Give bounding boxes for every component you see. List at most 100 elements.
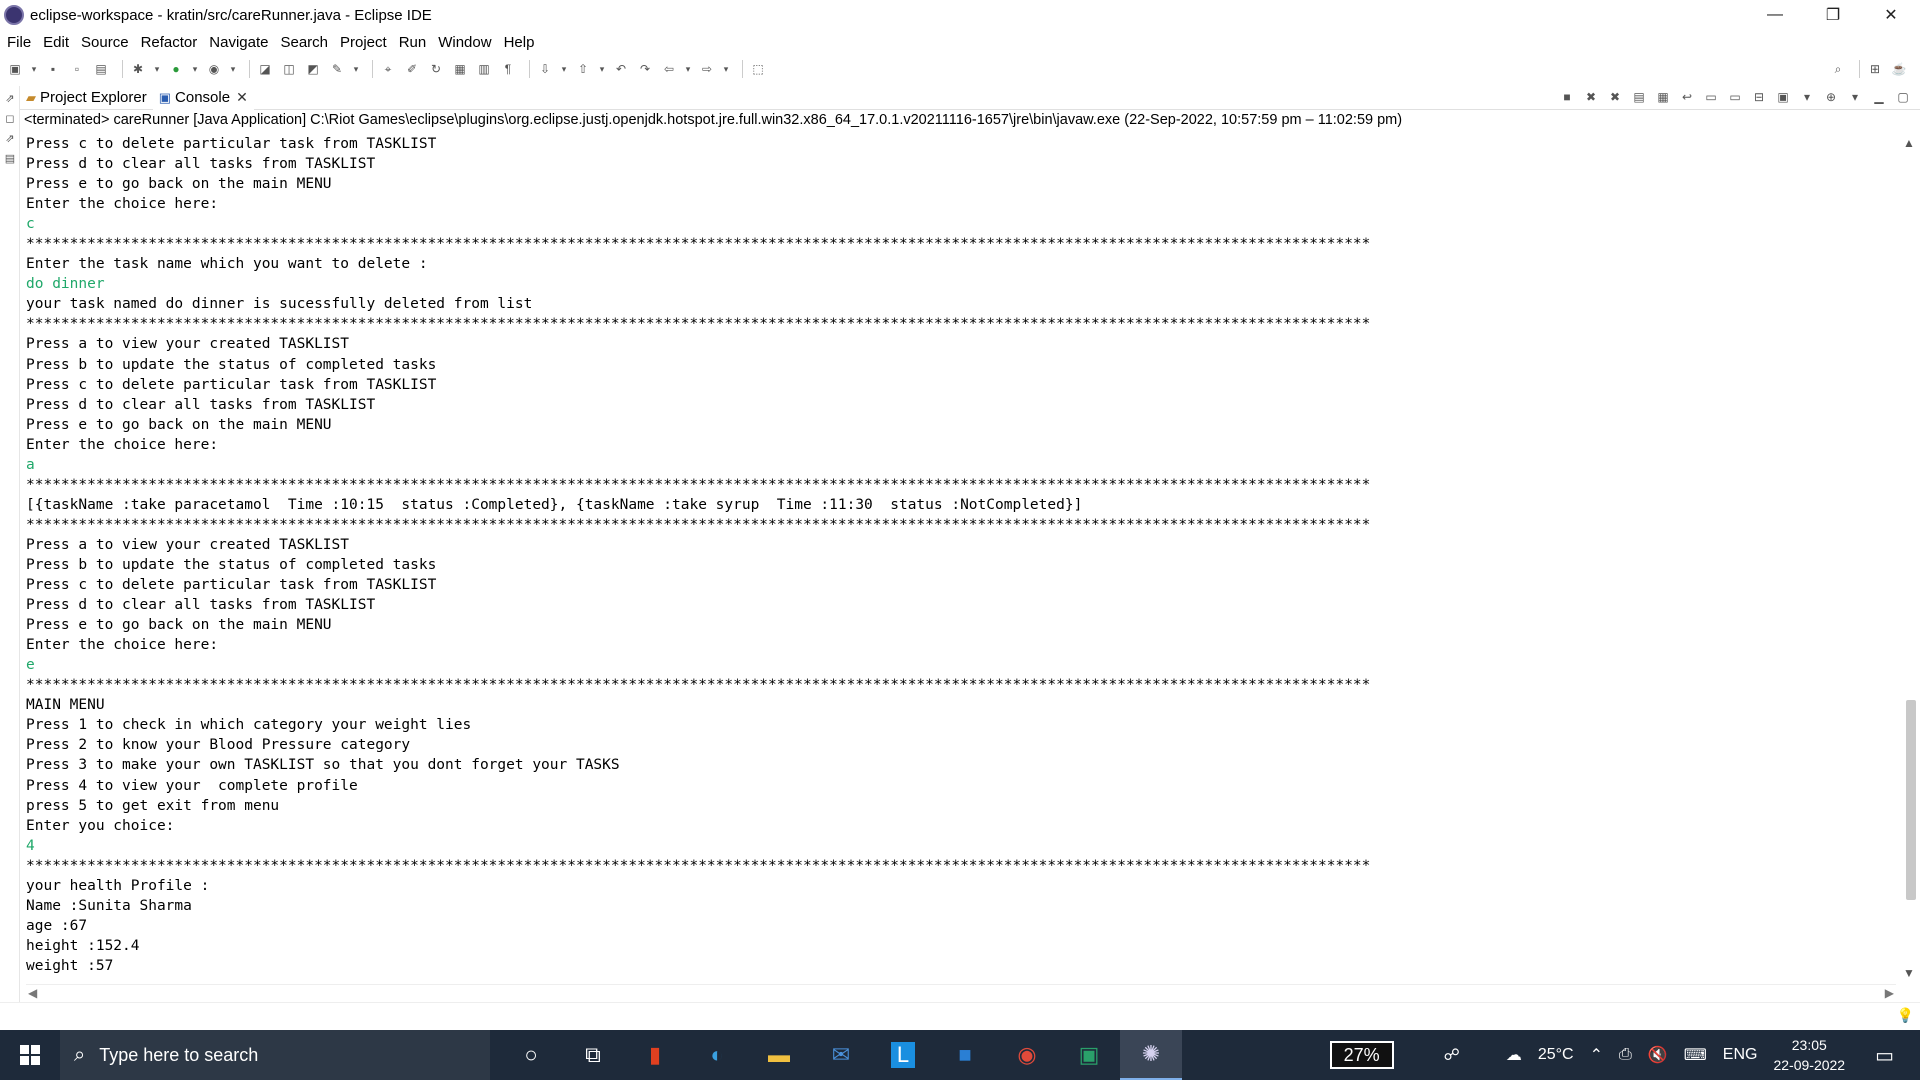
- office-icon[interactable]: ▮: [624, 1030, 686, 1080]
- open-type-dropdown-icon[interactable]: ▾: [352, 60, 360, 78]
- forward-icon[interactable]: ⇨: [698, 60, 716, 78]
- new-dropdown-icon[interactable]: ▾: [30, 60, 38, 78]
- menu-run[interactable]: Run: [399, 34, 427, 51]
- eclipse-taskbar-icon[interactable]: ✺: [1120, 1030, 1182, 1080]
- clock[interactable]: 23:05 22-09-2022: [1773, 1035, 1845, 1075]
- terminate-icon[interactable]: ■: [1558, 90, 1576, 106]
- start-button[interactable]: [0, 1030, 60, 1080]
- cortana-icon[interactable]: ○: [500, 1030, 562, 1080]
- menu-file[interactable]: File: [7, 34, 31, 51]
- word-wrap-icon[interactable]: ↩: [1678, 90, 1696, 106]
- show-whitespace-icon[interactable]: ▥: [475, 60, 493, 78]
- new-class-icon[interactable]: ◩: [304, 60, 322, 78]
- scroll-down-icon[interactable]: ▼: [1903, 966, 1915, 980]
- vertical-scrollbar[interactable]: ▲ ▼: [1900, 134, 1920, 984]
- new-package-icon[interactable]: ◫: [280, 60, 298, 78]
- tip-icon[interactable]: 💡: [1897, 1007, 1914, 1024]
- maximize-view-icon[interactable]: ▢: [1894, 90, 1912, 106]
- debug-dropdown-icon[interactable]: ▾: [153, 60, 161, 78]
- toggle-mark-icon[interactable]: ⌖: [379, 60, 397, 78]
- run-dropdown-icon[interactable]: ▾: [191, 60, 199, 78]
- toggle-highlight-icon[interactable]: ↻: [427, 60, 445, 78]
- menu-source[interactable]: Source: [81, 34, 129, 51]
- next-annotation-dropdown-icon[interactable]: ▾: [560, 60, 568, 78]
- last-edit-2-icon[interactable]: ↷: [636, 60, 654, 78]
- pin-console-icon[interactable]: ⊟: [1750, 90, 1768, 106]
- scroll-thumb[interactable]: [1906, 700, 1916, 900]
- chrome-icon[interactable]: ◉: [996, 1030, 1058, 1080]
- keyboard-icon[interactable]: ⌨: [1684, 1045, 1707, 1065]
- java-perspective-icon[interactable]: ☕: [1890, 60, 1908, 78]
- restore-2-icon[interactable]: ⇗: [3, 132, 17, 146]
- linkedin-icon[interactable]: L: [872, 1030, 934, 1080]
- temperature[interactable]: 25°C: [1538, 1046, 1574, 1064]
- search-icon[interactable]: ⌕: [1829, 60, 1847, 78]
- file-explorer-icon[interactable]: ▬: [748, 1030, 810, 1080]
- open-console-dropdown-icon[interactable]: ▾: [1846, 90, 1864, 106]
- scroll-up-icon[interactable]: ▲: [1903, 136, 1915, 150]
- menu-edit[interactable]: Edit: [43, 34, 69, 51]
- open-type-icon[interactable]: ✎: [328, 60, 346, 78]
- save-all-icon[interactable]: ▫: [68, 60, 86, 78]
- new-icon[interactable]: ▣: [6, 60, 24, 78]
- notepad-icon[interactable]: ▣: [1058, 1030, 1120, 1080]
- menu-project[interactable]: Project: [340, 34, 387, 51]
- pilcrow-icon[interactable]: ¶: [499, 60, 517, 78]
- menu-help[interactable]: Help: [504, 34, 535, 51]
- tab-console[interactable]: ▣ Console ✕: [152, 85, 254, 110]
- scroll-right-icon[interactable]: ▶: [1885, 986, 1894, 1000]
- clear-console-icon[interactable]: ▤: [1630, 90, 1648, 106]
- toggle-breadcrumb-icon[interactable]: ✐: [403, 60, 421, 78]
- minimize-view-icon[interactable]: ▁: [1870, 90, 1888, 106]
- scroll-lock-icon[interactable]: ▦: [1654, 90, 1672, 106]
- last-edit-icon[interactable]: ↶: [612, 60, 630, 78]
- menu-window[interactable]: Window: [438, 34, 491, 51]
- task-view-icon[interactable]: ⧉: [562, 1030, 624, 1080]
- show-on-stderr-icon[interactable]: ▭: [1726, 90, 1744, 106]
- prev-annotation-icon[interactable]: ⇧: [574, 60, 592, 78]
- display-console-icon[interactable]: ▣: [1774, 90, 1792, 106]
- open-perspective-icon[interactable]: ⊞: [1866, 60, 1884, 78]
- terminal-icon[interactable]: ▤: [92, 60, 110, 78]
- chevron-up-icon[interactable]: ⌃: [1590, 1045, 1603, 1065]
- back-dropdown-icon[interactable]: ▾: [684, 60, 692, 78]
- pin-editor-icon[interactable]: ⬚: [749, 60, 767, 78]
- next-annotation-icon[interactable]: ⇩: [536, 60, 554, 78]
- close-button[interactable]: ✕: [1862, 0, 1920, 30]
- package-explorer-icon[interactable]: ◻: [3, 112, 17, 126]
- menu-search[interactable]: Search: [280, 34, 328, 51]
- console-output[interactable]: Press c to delete particular task from T…: [26, 134, 1896, 984]
- save-icon[interactable]: ▪: [44, 60, 62, 78]
- debug-icon[interactable]: ✱: [129, 60, 147, 78]
- restore-icon[interactable]: ⇗: [3, 92, 17, 106]
- store-icon[interactable]: ■: [934, 1030, 996, 1080]
- prev-annotation-dropdown-icon[interactable]: ▾: [598, 60, 606, 78]
- mail-icon[interactable]: ✉: [810, 1030, 872, 1080]
- people-icon[interactable]: ☍: [1444, 1045, 1460, 1065]
- language-indicator[interactable]: ENG: [1723, 1046, 1758, 1064]
- outline-icon[interactable]: ▤: [3, 152, 17, 166]
- battery-indicator[interactable]: 27%: [1329, 1041, 1394, 1069]
- meet-now-icon[interactable]: ⎙: [1619, 1046, 1632, 1064]
- taskbar-search[interactable]: ⌕ Type here to search: [60, 1030, 490, 1080]
- restore-button[interactable]: ❐: [1804, 0, 1862, 30]
- remove-launch-icon[interactable]: ✖: [1582, 90, 1600, 106]
- scroll-left-icon[interactable]: ◀: [28, 986, 37, 1000]
- minimize-button[interactable]: —: [1746, 0, 1804, 30]
- forward-dropdown-icon[interactable]: ▾: [722, 60, 730, 78]
- back-icon[interactable]: ⇦: [660, 60, 678, 78]
- new-java-project-icon[interactable]: ◪: [256, 60, 274, 78]
- coverage-icon[interactable]: ◉: [205, 60, 223, 78]
- edge-icon[interactable]: ◐: [686, 1030, 748, 1080]
- display-console-dropdown-icon[interactable]: ▾: [1798, 90, 1816, 106]
- menu-navigate[interactable]: Navigate: [209, 34, 268, 51]
- open-console-icon[interactable]: ⊕: [1822, 90, 1840, 106]
- tab-project-explorer[interactable]: ▰ Project Explorer: [20, 86, 153, 110]
- weather-icon[interactable]: ☁: [1506, 1045, 1522, 1065]
- horizontal-scrollbar[interactable]: ◀ ▶: [26, 984, 1896, 1002]
- run-icon[interactable]: ●: [167, 60, 185, 78]
- coverage-dropdown-icon[interactable]: ▾: [229, 60, 237, 78]
- notification-icon[interactable]: ▭: [1875, 1043, 1894, 1068]
- remove-all-icon[interactable]: ✖: [1606, 90, 1624, 106]
- show-on-stdout-icon[interactable]: ▭: [1702, 90, 1720, 106]
